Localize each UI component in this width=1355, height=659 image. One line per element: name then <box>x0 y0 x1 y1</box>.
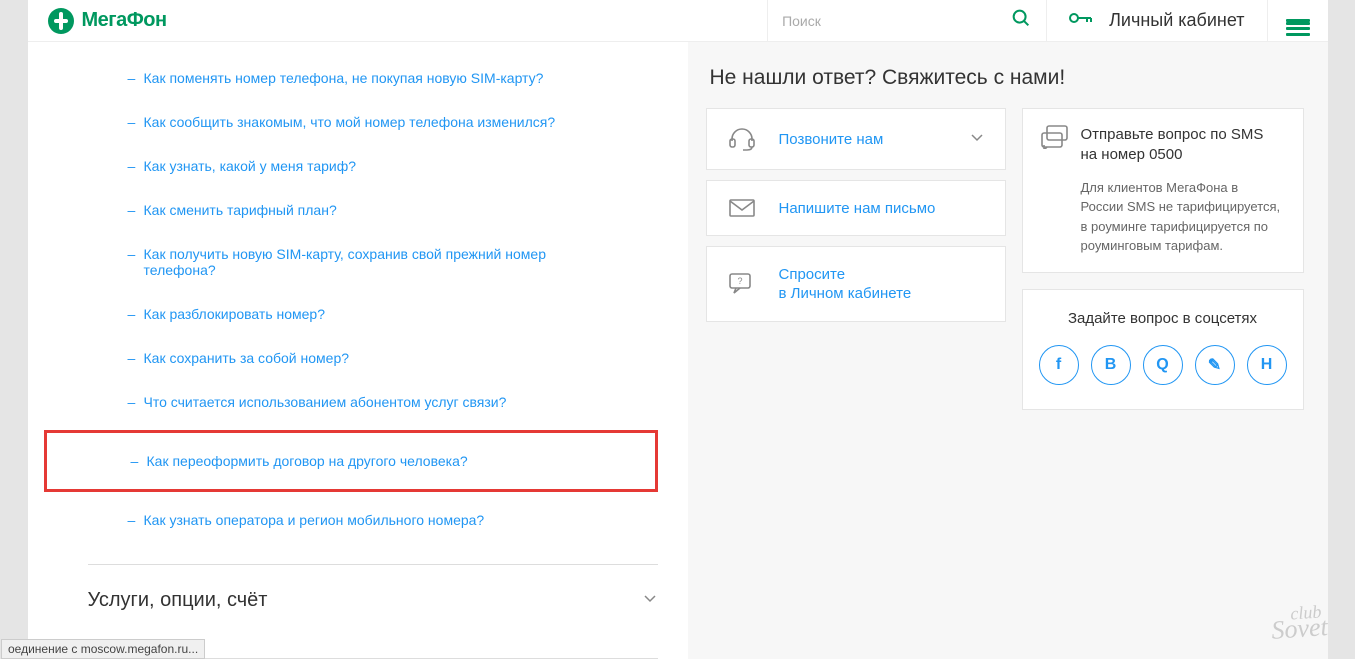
search-icon[interactable] <box>1010 7 1032 34</box>
faq-item[interactable]: –Как поменять номер телефона, не покупая… <box>88 56 658 100</box>
personal-cabinet-link[interactable]: Личный кабинет <box>1047 0 1267 41</box>
accordion-services[interactable]: Услуги, опции, счёт <box>88 564 658 636</box>
contact-column: Не нашли ответ? Свяжитесь с нами! Позвон… <box>688 42 1328 659</box>
contact-title: Не нашли ответ? Свяжитесь с нами! <box>688 42 1328 108</box>
attach-icon[interactable]: ✎ <box>1195 345 1235 385</box>
hamburger-menu[interactable] <box>1268 0 1328 41</box>
ask-cabinet-card[interactable]: ? Спросите в Личном кабинете <box>706 246 1006 322</box>
faq-item[interactable]: –Как разблокировать номер? <box>88 292 658 336</box>
call-us-card[interactable]: Позвоните нам <box>706 108 1006 170</box>
header: МегаФон Личный кабинет <box>28 0 1328 42</box>
call-us-label: Позвоните нам <box>779 131 947 148</box>
brand-logo-icon <box>48 8 74 34</box>
faq-link[interactable]: Как узнать оператора и регион мобильного… <box>128 512 485 528</box>
habr-icon[interactable]: H <box>1247 345 1287 385</box>
faq-item-highlighted[interactable]: –Как переоформить договор на другого чел… <box>44 430 658 492</box>
social-title: Задайте вопрос в соцсетях <box>1037 310 1289 327</box>
faq-item[interactable]: –Как узнать, какой у меня тариф? <box>88 144 658 188</box>
headset-icon <box>727 127 757 151</box>
faq-link[interactable]: Как узнать, какой у меня тариф? <box>128 158 357 174</box>
accordion-label: Услуги, опции, счёт <box>88 589 268 612</box>
facebook-icon[interactable]: f <box>1039 345 1079 385</box>
faq-item[interactable]: –Как узнать оператора и регион мобильног… <box>88 498 658 542</box>
chevron-down-icon <box>642 590 658 611</box>
faq-link[interactable]: Как сменить тарифный план? <box>128 202 337 218</box>
chat-question-icon: ? <box>727 272 757 296</box>
faq-link[interactable]: Как сохранить за собой номер? <box>128 350 350 366</box>
search-box <box>767 0 1047 41</box>
ask-cabinet-label: Спросите в Личном кабинете <box>779 266 985 302</box>
chevron-down-icon <box>969 129 985 150</box>
search-input[interactable] <box>782 13 1010 29</box>
faq-link[interactable]: Как поменять номер телефона, не покупая … <box>128 70 544 86</box>
vk-icon[interactable]: B <box>1091 345 1131 385</box>
faq-item[interactable]: –Как получить новую SIM-карту, сохранив … <box>88 232 658 292</box>
sms-icon <box>1041 125 1069 154</box>
social-card: Задайте вопрос в соцсетях f B Q ✎ H <box>1022 289 1304 410</box>
brand-name: МегаФон <box>82 9 167 32</box>
faq-link[interactable]: Как сообщить знакомым, что мой номер тел… <box>128 114 556 130</box>
brand-logo[interactable]: МегаФон <box>28 0 187 41</box>
hamburger-icon <box>1286 19 1310 22</box>
faq-link[interactable]: Как получить новую SIM-карту, сохранив с… <box>128 246 548 278</box>
faq-item[interactable]: –Как сменить тарифный план? <box>88 188 658 232</box>
faq-list: –Как поменять номер телефона, не покупая… <box>88 56 658 542</box>
faq-item[interactable]: –Как сохранить за собой номер? <box>88 336 658 380</box>
faq-item[interactable]: –Как сообщить знакомым, что мой номер те… <box>88 100 658 144</box>
write-us-card[interactable]: Напишите нам письмо <box>706 180 1006 236</box>
key-icon <box>1069 10 1093 31</box>
faq-link[interactable]: Как разблокировать номер? <box>128 306 326 322</box>
faq-link[interactable]: Что считается использованием абонентом у… <box>128 394 507 410</box>
sms-title: Отправьте вопрос по SMS на номер 0500 <box>1081 125 1264 166</box>
mail-icon <box>727 199 757 217</box>
faq-column: –Как поменять номер телефона, не покупая… <box>28 42 688 659</box>
write-us-label: Напишите нам письмо <box>779 200 985 217</box>
browser-status-bar: оединение с moscow.megafon.ru... <box>1 639 205 659</box>
faq-link[interactable]: Как переоформить договор на другого чело… <box>131 453 468 469</box>
sms-card: Отправьте вопрос по SMS на номер 0500 Дл… <box>1022 108 1304 273</box>
faq-item[interactable]: –Что считается использованием абонентом … <box>88 380 658 424</box>
ok-icon[interactable]: Q <box>1143 345 1183 385</box>
sms-body: Для клиентов МегаФона в России SMS не та… <box>1041 178 1285 256</box>
personal-cabinet-label: Личный кабинет <box>1109 10 1244 31</box>
svg-text:?: ? <box>737 276 742 286</box>
